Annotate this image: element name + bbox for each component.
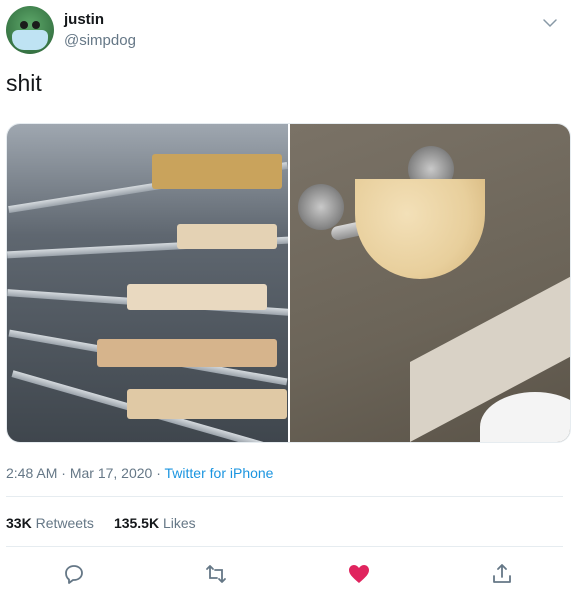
- retweet-icon[interactable]: [204, 562, 228, 586]
- retweets-label: Retweets: [35, 515, 94, 531]
- avatar[interactable]: [6, 6, 54, 54]
- tweet-time[interactable]: 2:48 AM: [6, 465, 57, 481]
- likes-stat[interactable]: 135.5K Likes: [114, 515, 196, 531]
- toilet: [480, 392, 570, 442]
- product-pack: [97, 339, 277, 367]
- tweet-text: shit: [6, 70, 42, 96]
- share-icon[interactable]: [490, 562, 514, 586]
- meta-separator: ·: [152, 465, 165, 481]
- tweet-source[interactable]: Twitter for iPhone: [165, 465, 274, 481]
- product-pack: [152, 154, 282, 189]
- retweets-count: 33K: [6, 515, 32, 531]
- tweet-date[interactable]: Mar 17, 2020: [70, 465, 153, 481]
- divider: [6, 496, 563, 497]
- meta-separator: ·: [57, 465, 70, 481]
- avatar-eye: [20, 21, 28, 29]
- avatar-eye: [32, 21, 40, 29]
- likes-label: Likes: [162, 515, 196, 531]
- action-bar: [6, 558, 563, 588]
- divider: [6, 546, 563, 547]
- avatar-mask: [12, 30, 48, 50]
- rail-base: [298, 184, 344, 230]
- chevron-down-icon[interactable]: [541, 14, 559, 32]
- retweets-stat[interactable]: 33K Retweets: [6, 515, 94, 531]
- photo-empty-shelves[interactable]: [7, 124, 288, 442]
- heart-icon[interactable]: [347, 562, 371, 586]
- product-pack: [127, 284, 267, 310]
- tweet-media[interactable]: [6, 123, 571, 443]
- product-pack: [177, 224, 277, 249]
- tweet-meta: 2:48 AM · Mar 17, 2020 · Twitter for iPh…: [6, 465, 273, 481]
- reply-icon[interactable]: [62, 562, 86, 586]
- tweet-stats: 33K Retweets 135.5K Likes: [6, 515, 196, 531]
- display-name[interactable]: justin: [64, 11, 104, 28]
- photo-tortilla-holder[interactable]: [290, 124, 570, 442]
- user-handle[interactable]: @simpdog: [64, 32, 136, 49]
- product-pack: [127, 389, 287, 419]
- tortilla: [355, 179, 485, 279]
- likes-count: 135.5K: [113, 515, 160, 531]
